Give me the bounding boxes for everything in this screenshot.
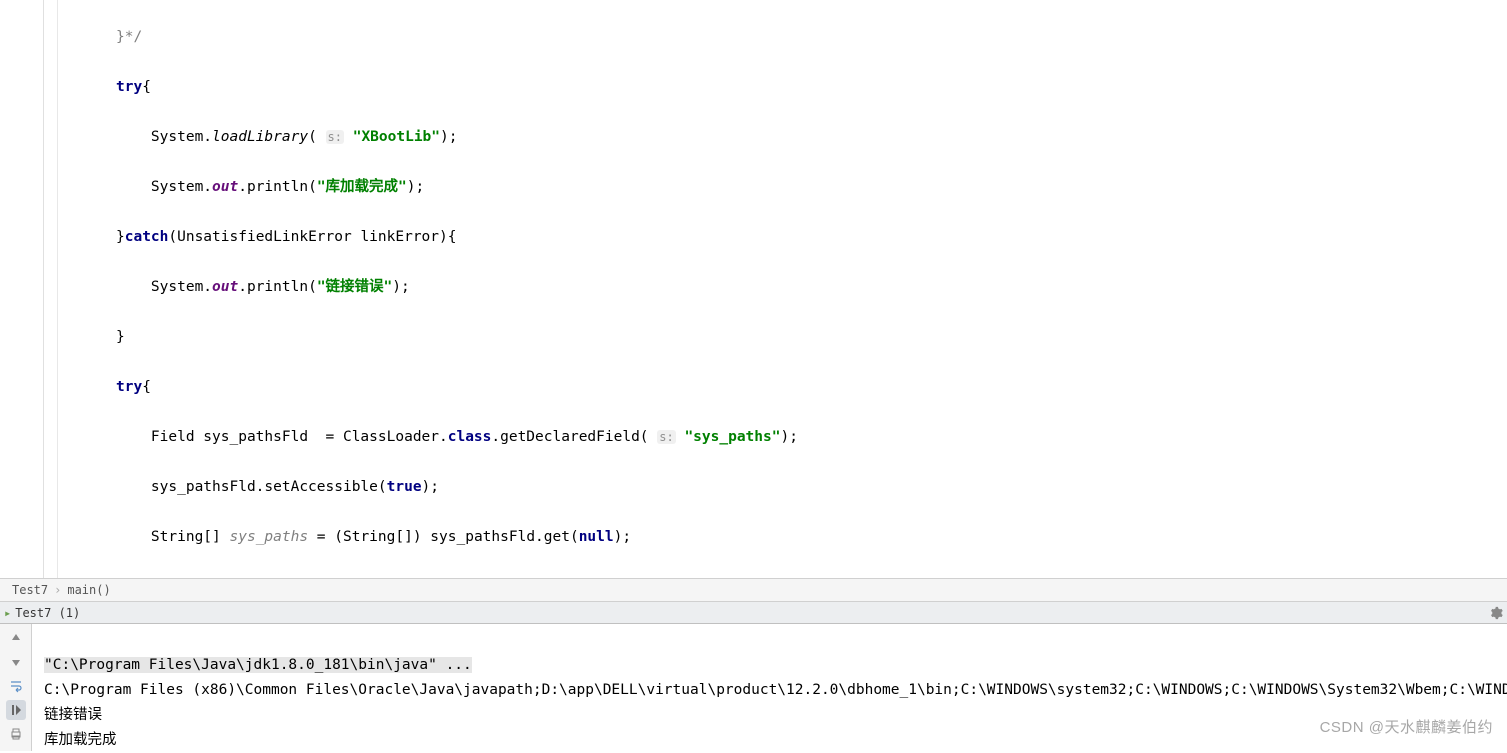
scroll-up-button[interactable] xyxy=(6,628,26,648)
console-line: C:\Program Files (x86)\Common Files\Orac… xyxy=(44,682,1507,698)
run-tool-tab-bar: ▸ Test7 (1) xyxy=(0,602,1507,624)
print-button[interactable] xyxy=(6,724,26,744)
console-line: 链接错误 xyxy=(44,707,102,723)
code-content[interactable]: }*/ try{ System.loadLibrary( s: "XBootLi… xyxy=(58,0,1507,578)
console-panel: "C:\Program Files\Java\jdk1.8.0_181\bin\… xyxy=(0,624,1507,751)
run-tab-label[interactable]: Test7 (1) xyxy=(15,606,80,620)
code-editor[interactable]: }*/ try{ System.loadLibrary( s: "XBootLi… xyxy=(0,0,1507,578)
gear-icon[interactable] xyxy=(1489,606,1503,620)
console-line: 库加载完成 xyxy=(44,732,117,748)
comment-end: }*/ xyxy=(116,29,142,45)
run-tab-icon: ▸ xyxy=(4,606,11,620)
scroll-to-end-button[interactable] xyxy=(6,700,26,720)
fold-gutter xyxy=(44,0,58,578)
breadcrumb-sep: › xyxy=(54,583,61,597)
kw-try: try xyxy=(116,79,142,95)
console-output[interactable]: "C:\Program Files\Java\jdk1.8.0_181\bin\… xyxy=(32,624,1507,751)
breadcrumb-item[interactable]: Test7 xyxy=(12,583,48,597)
console-toolbar xyxy=(0,624,32,751)
breadcrumb: Test7 › main() xyxy=(0,578,1507,602)
line-number-gutter xyxy=(0,0,44,578)
watermark: CSDN @天水麒麟姜伯约 xyxy=(1320,716,1493,737)
scroll-down-button[interactable] xyxy=(6,652,26,672)
breadcrumb-item[interactable]: main() xyxy=(67,583,110,597)
soft-wrap-button[interactable] xyxy=(6,676,26,696)
console-command-line: "C:\Program Files\Java\jdk1.8.0_181\bin\… xyxy=(44,657,472,673)
